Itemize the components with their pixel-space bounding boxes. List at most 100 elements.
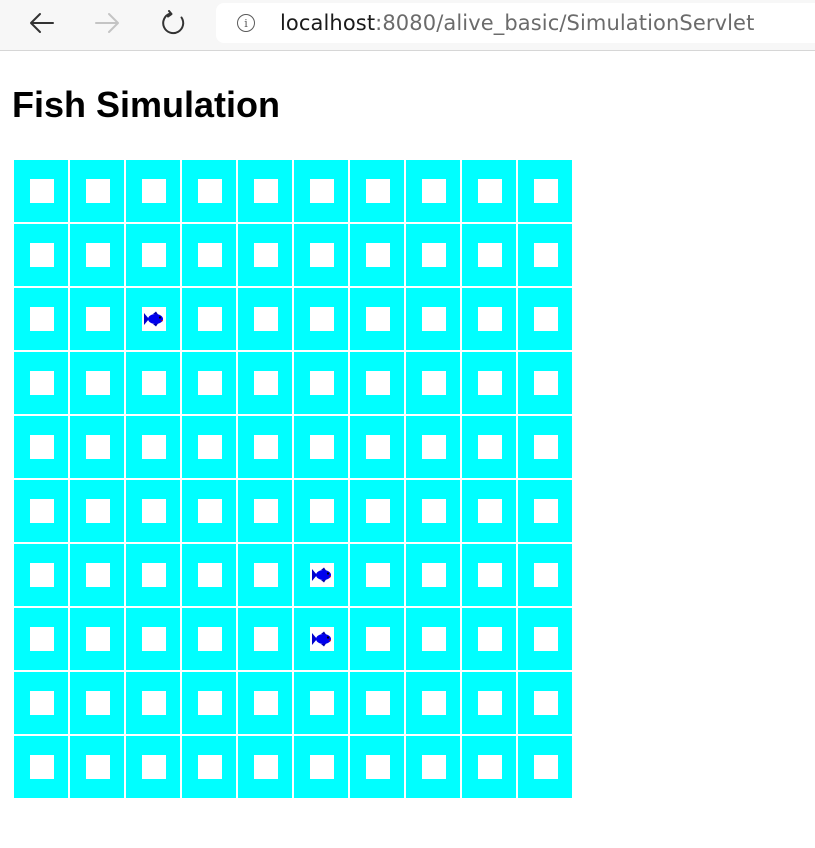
grid-cell (70, 480, 124, 542)
grid-cell (462, 544, 516, 606)
grid-cell (462, 480, 516, 542)
cell-water-square (422, 435, 446, 459)
grid-cell (238, 544, 292, 606)
cell-water-square (142, 179, 166, 203)
grid-cell (462, 608, 516, 670)
cell-water-square (86, 371, 110, 395)
grid-cell (406, 288, 460, 350)
cell-water-square (478, 435, 502, 459)
cell-water-square (534, 755, 558, 779)
cell-water-square (86, 691, 110, 715)
cell-water-square (478, 243, 502, 267)
grid-cell (126, 672, 180, 734)
grid-cell (182, 544, 236, 606)
grid-cell (462, 224, 516, 286)
cell-water-square (534, 243, 558, 267)
grid-cell (350, 544, 404, 606)
cell-water-square (310, 755, 334, 779)
back-icon (30, 13, 54, 33)
cell-water-square (198, 307, 222, 331)
reload-button[interactable] (154, 5, 194, 41)
grid-row (14, 352, 572, 414)
fish-icon (311, 631, 333, 647)
grid-cell (462, 736, 516, 798)
grid-cell (518, 224, 572, 286)
grid-cell (182, 352, 236, 414)
cell-water-square (422, 563, 446, 587)
cell-water-square (142, 243, 166, 267)
cell-water-square (310, 243, 334, 267)
grid-cell (14, 736, 68, 798)
grid-cell (350, 224, 404, 286)
cell-water-square (422, 371, 446, 395)
grid-cell (238, 352, 292, 414)
cell-water-square (366, 435, 390, 459)
grid-cell (238, 160, 292, 222)
grid-cell (406, 736, 460, 798)
grid-cell (350, 672, 404, 734)
grid-cell (518, 160, 572, 222)
url-host: localhost (280, 11, 376, 35)
cell-water-square (310, 179, 334, 203)
cell-water-square (30, 307, 54, 331)
cell-water-square (86, 755, 110, 779)
info-icon[interactable]: i (237, 14, 255, 32)
cell-water-square (198, 499, 222, 523)
cell-water-square (254, 691, 278, 715)
cell-water-square (310, 499, 334, 523)
grid-cell (126, 288, 180, 350)
grid-row (14, 224, 572, 286)
grid-cell (294, 544, 348, 606)
grid-cell (182, 480, 236, 542)
cell-water-square (254, 243, 278, 267)
url-text[interactable]: localhost:8080/alive_basic/SimulationSer… (280, 11, 754, 35)
grid-row (14, 160, 572, 222)
grid-cell (350, 288, 404, 350)
cell-water-square (30, 179, 54, 203)
cell-water-square (366, 179, 390, 203)
grid-cell (462, 288, 516, 350)
cell-water-square (422, 755, 446, 779)
grid-cell (294, 416, 348, 478)
grid-cell (182, 288, 236, 350)
page-title: Fish Simulation (12, 84, 281, 125)
cell-water-square (478, 563, 502, 587)
grid-cell (14, 352, 68, 414)
grid-cell (350, 480, 404, 542)
cell-water-square (198, 563, 222, 587)
cell-water-square (310, 691, 334, 715)
grid-cell (294, 288, 348, 350)
cell-water-square (142, 627, 166, 651)
grid-cell (294, 736, 348, 798)
forward-button[interactable] (87, 5, 127, 41)
grid-cell (14, 544, 68, 606)
cell-water-square (534, 691, 558, 715)
back-button[interactable] (22, 5, 62, 41)
address-bar[interactable]: i localhost:8080/alive_basic/SimulationS… (216, 3, 815, 43)
grid-cell (70, 224, 124, 286)
grid-cell (406, 160, 460, 222)
cell-water-square (198, 627, 222, 651)
grid-cell (462, 160, 516, 222)
cell-water-square (254, 755, 278, 779)
grid-cell (126, 160, 180, 222)
grid-row (14, 608, 572, 670)
grid-cell (350, 608, 404, 670)
cell-water-square (422, 179, 446, 203)
grid-cell (294, 224, 348, 286)
grid-cell (462, 352, 516, 414)
cell-water-square (534, 627, 558, 651)
fish-icon (143, 311, 165, 327)
grid-cell (350, 352, 404, 414)
cell-water-square (30, 755, 54, 779)
cell-water-square (86, 307, 110, 331)
grid-cell (462, 416, 516, 478)
grid-cell (238, 224, 292, 286)
cell-water-square (534, 435, 558, 459)
cell-water-square (30, 435, 54, 459)
grid-cell (126, 608, 180, 670)
grid-cell (406, 224, 460, 286)
grid-cell (294, 160, 348, 222)
forward-icon (95, 13, 119, 33)
cell-water-square (366, 691, 390, 715)
